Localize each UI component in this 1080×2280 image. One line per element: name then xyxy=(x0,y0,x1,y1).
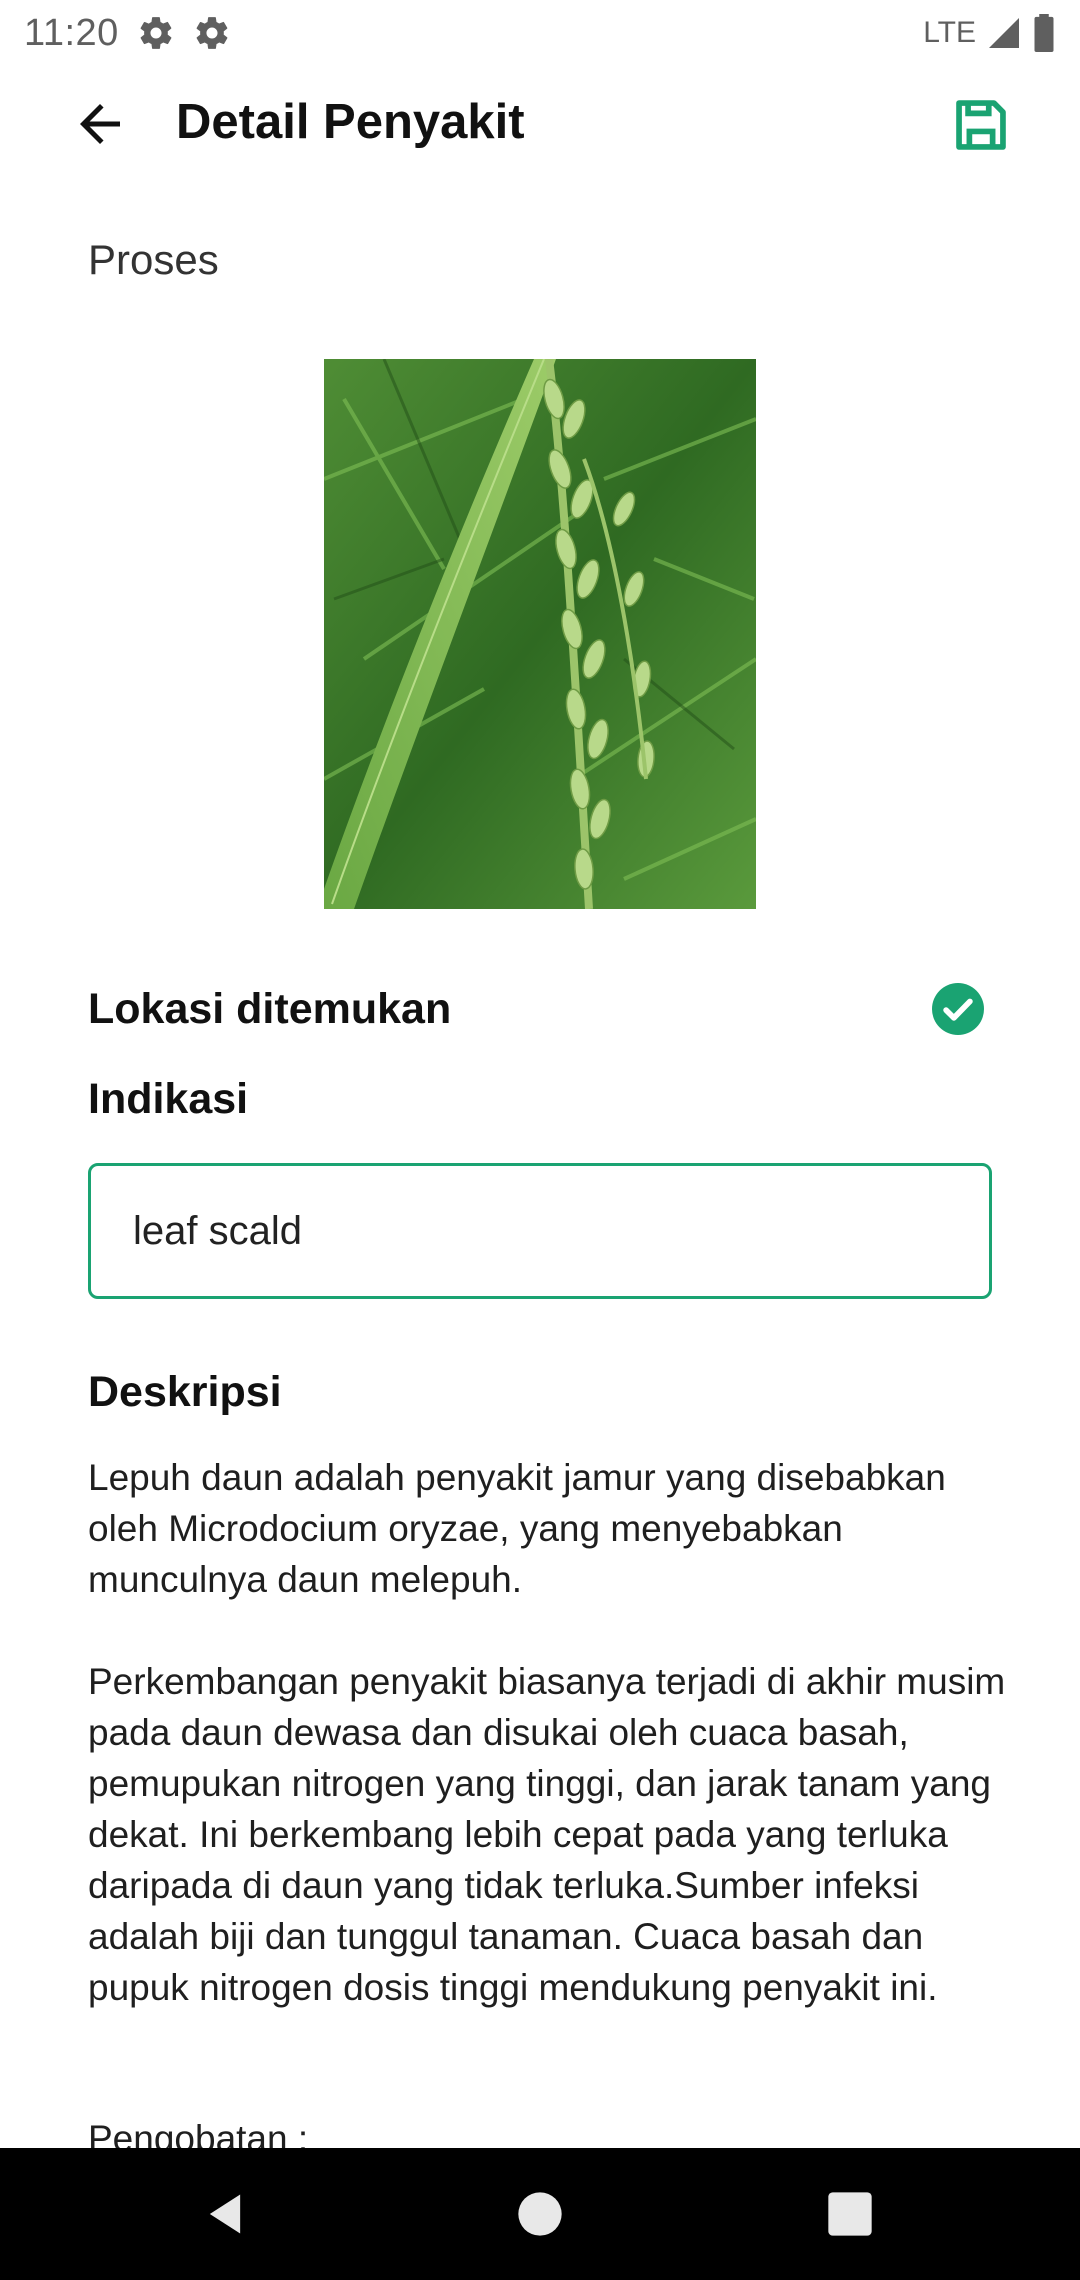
check-circle-icon xyxy=(932,983,984,1035)
description-paragraph: Lepuh daun adalah penyakit jamur yang di… xyxy=(88,1457,946,1600)
signal-icon xyxy=(989,18,1019,48)
gear-icon xyxy=(196,17,228,49)
gear-icon xyxy=(140,17,172,49)
disease-photo xyxy=(324,359,756,909)
page-title: Detail Penyakit xyxy=(176,95,525,149)
description-text: Lepuh daun adalah penyakit jamur yang di… xyxy=(88,1452,1008,2064)
status-bar: 11:20 LTE xyxy=(0,0,1080,66)
status-time: 11:20 xyxy=(24,11,119,54)
network-type: LTE xyxy=(923,16,976,49)
battery-icon xyxy=(1034,14,1054,52)
status-left: 11:20 xyxy=(24,12,231,55)
nav-back-icon[interactable] xyxy=(199,2188,251,2240)
indikasi-value: leaf scald xyxy=(133,1208,302,1253)
nav-home-icon[interactable] xyxy=(514,2188,566,2240)
location-label: Lokasi ditemukan xyxy=(88,984,452,1033)
arrow-left-icon[interactable] xyxy=(70,94,130,154)
navigation-bar xyxy=(0,2148,1080,2280)
description-paragraph: Perkembangan penyakit biasanya terjadi d… xyxy=(88,1661,1006,2008)
floppy-disk-icon[interactable] xyxy=(950,94,1012,156)
nav-recents-icon[interactable] xyxy=(824,2188,876,2240)
indikasi-field[interactable]: leaf scald xyxy=(88,1163,992,1299)
deskripsi-label: Deskripsi xyxy=(88,1368,282,1416)
proses-label: Proses xyxy=(88,236,219,283)
rice-plant-image xyxy=(324,359,756,909)
app-bar: Detail Penyakit xyxy=(0,66,1080,178)
status-right: LTE xyxy=(923,14,1056,52)
location-row: Lokasi ditemukan xyxy=(88,978,984,1040)
indikasi-label: Indikasi xyxy=(88,1075,249,1123)
